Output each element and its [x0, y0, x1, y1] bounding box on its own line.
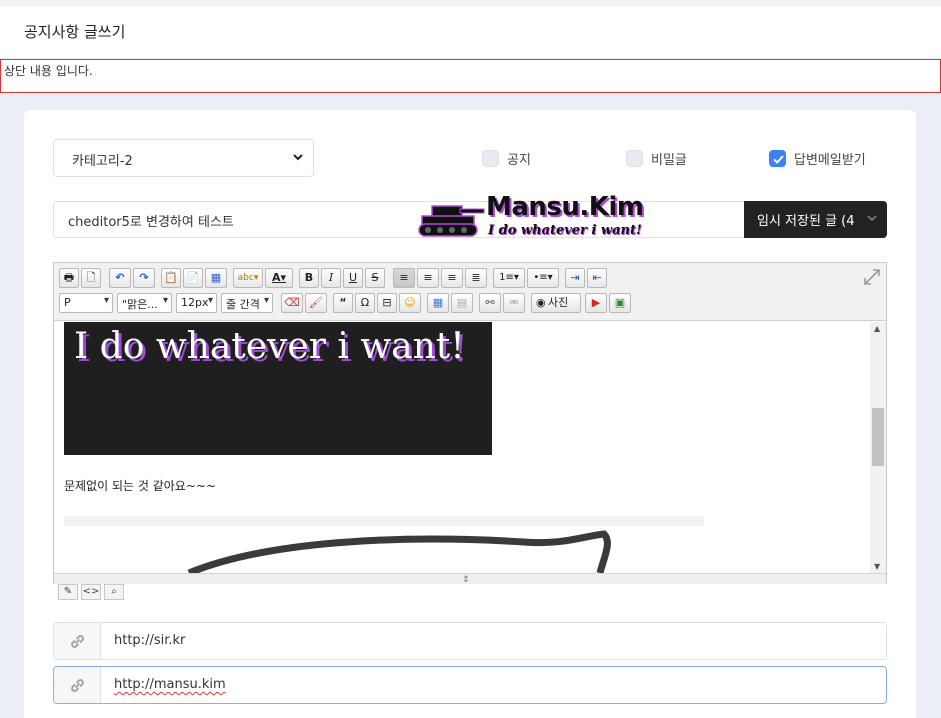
undo-icon[interactable]: ↶: [109, 268, 131, 288]
font-color-icon[interactable]: A▾: [265, 268, 293, 288]
font-family-dropdown[interactable]: "맑은...: [117, 293, 172, 313]
subject-value: cheditor5로 변경하여 테스트: [68, 215, 234, 230]
category-selected: 카테고리-2: [72, 154, 133, 169]
cheditor: 🖶 🗋 ↶ ↷ 📋 📄 ▦ abc▾ A▾ B I U S ≡ ≡ ≡ ≣ 1≡…: [53, 262, 887, 585]
write-form-card: 카테고리-2 공지 비밀글 답변메일받기 cheditor5로 변경하여 테스트…: [24, 110, 916, 718]
line-height-value: 줄 간격: [226, 298, 260, 311]
banner-text: I do whatever i want!: [74, 326, 465, 367]
link1-icon-cell: [54, 623, 101, 659]
edit-mode-icon[interactable]: ✎: [58, 584, 78, 600]
secret-checkbox-box[interactable]: [626, 150, 643, 167]
highlight-icon[interactable]: abc▾: [233, 268, 263, 288]
select-all-icon[interactable]: ▦: [205, 268, 227, 288]
resize-grip-icon[interactable]: ⇕: [462, 575, 470, 585]
secret-checkbox-label: 비밀글: [651, 153, 687, 168]
font-size-value: 12px: [181, 296, 209, 309]
indent-icon[interactable]: ⇥: [565, 268, 585, 288]
align-justify-icon[interactable]: ≣: [465, 268, 487, 288]
font-size-dropdown[interactable]: 12px: [176, 293, 217, 313]
emoticon-icon[interactable]: ☺: [399, 293, 421, 313]
format-dropdown[interactable]: P: [59, 293, 113, 313]
strikethrough-icon[interactable]: S: [365, 268, 385, 288]
line-height-dropdown[interactable]: 줄 간격: [221, 293, 273, 313]
unordered-list-icon[interactable]: •≡▾: [527, 268, 559, 288]
bold-icon[interactable]: B: [299, 268, 319, 288]
editor-scrollbar[interactable]: ▲ ▼: [870, 322, 886, 573]
italic-icon[interactable]: I: [321, 268, 341, 288]
tank-icon: [418, 205, 485, 237]
link-icon: [71, 635, 84, 648]
new-document-icon[interactable]: 🗋: [81, 268, 101, 288]
notice-checkbox-label: 공지: [507, 153, 531, 168]
scroll-down-icon[interactable]: ▼: [874, 562, 880, 571]
paste-text-icon[interactable]: 📄: [183, 268, 203, 288]
link2-icon-cell: [54, 667, 101, 703]
table-icon[interactable]: ▦: [427, 293, 449, 313]
table-edit-icon[interactable]: ▤: [451, 293, 473, 313]
scroll-up-icon[interactable]: ▲: [874, 324, 880, 333]
photo-button[interactable]: ◉ 사진: [531, 293, 581, 313]
content-image-banner: I do whatever i want!: [64, 322, 492, 455]
chevron-down-icon: [293, 154, 303, 161]
align-center-icon[interactable]: ≡: [417, 268, 439, 288]
reply-mail-checkbox-box[interactable]: [769, 150, 786, 167]
content-paragraph: 문제없이 되는 것 같아요~~~: [64, 479, 217, 493]
editor-content[interactable]: I do whatever i want! 문제없이 되는 것 같아요~~~: [54, 322, 886, 573]
outdent-icon[interactable]: ⇤: [587, 268, 607, 288]
chevron-down-icon: [867, 215, 877, 222]
link-icon: [71, 679, 84, 692]
category-select[interactable]: 카테고리-2: [53, 139, 314, 177]
content-image-sketch: [64, 516, 704, 573]
align-left-icon[interactable]: ≡: [393, 268, 415, 288]
page-title: 공지사항 글쓰기: [24, 23, 126, 41]
align-right-icon[interactable]: ≡: [441, 268, 463, 288]
preview-mode-icon[interactable]: ⌕: [104, 584, 124, 600]
clear-format-icon[interactable]: ⌫: [281, 293, 303, 313]
horizontal-rule-icon[interactable]: ⊟: [377, 293, 397, 313]
editor-toolbar: 🖶 🗋 ↶ ↷ 📋 📄 ▦ abc▾ A▾ B I U S ≡ ≡ ≡ ≣ 1≡…: [54, 263, 886, 321]
autosave-button[interactable]: 임시 저장된 글 (4: [744, 201, 887, 238]
unlink-icon[interactable]: ⚮: [503, 293, 525, 313]
ordered-list-icon[interactable]: 1≡▾: [493, 268, 525, 288]
link-icon[interactable]: ⚯: [479, 293, 501, 313]
blockquote-icon[interactable]: “: [333, 293, 353, 313]
notice-text: 상단 내용 입니다.: [4, 64, 93, 78]
photo-label: 사진: [548, 296, 569, 309]
link2-input[interactable]: http://mansu.kim: [53, 666, 887, 704]
scroll-thumb[interactable]: [872, 408, 884, 466]
format-value: P: [64, 296, 71, 309]
print-icon[interactable]: 🖶: [59, 268, 79, 288]
fullscreen-icon[interactable]: [864, 269, 880, 285]
special-char-icon[interactable]: Ω: [355, 293, 375, 313]
source-mode-icon[interactable]: <>: [81, 584, 101, 600]
link2-value: http://mansu.kim: [114, 677, 226, 692]
underline-icon[interactable]: U: [343, 268, 363, 288]
editor-resize-bar[interactable]: ⇕: [54, 573, 886, 585]
site-logo: Mansu.Kim I do whatever i want!: [418, 192, 650, 240]
image-icon[interactable]: ▣: [609, 293, 631, 313]
redo-icon[interactable]: ↷: [133, 268, 155, 288]
format-painter-icon[interactable]: 🖌: [305, 293, 327, 313]
link1-value: http://sir.kr: [114, 633, 186, 648]
logo-title: Mansu.Kim: [486, 192, 644, 222]
camera-icon: ◉: [536, 296, 546, 309]
check-icon: [773, 155, 784, 164]
reply-mail-checkbox-label: 답변메일받기: [794, 153, 866, 168]
link1-input[interactable]: http://sir.kr: [53, 622, 887, 660]
top-notice: 상단 내용 입니다.: [0, 59, 941, 93]
youtube-icon[interactable]: ▶: [585, 293, 607, 313]
paste-icon[interactable]: 📋: [161, 268, 181, 288]
autosave-label: 임시 저장된 글 (4: [757, 214, 855, 229]
page-header: 공지사항 글쓰기: [0, 0, 941, 58]
notice-checkbox-box[interactable]: [482, 150, 499, 167]
font-family-value: "맑은...: [122, 298, 158, 311]
logo-tagline: I do whatever i want!: [488, 223, 642, 238]
